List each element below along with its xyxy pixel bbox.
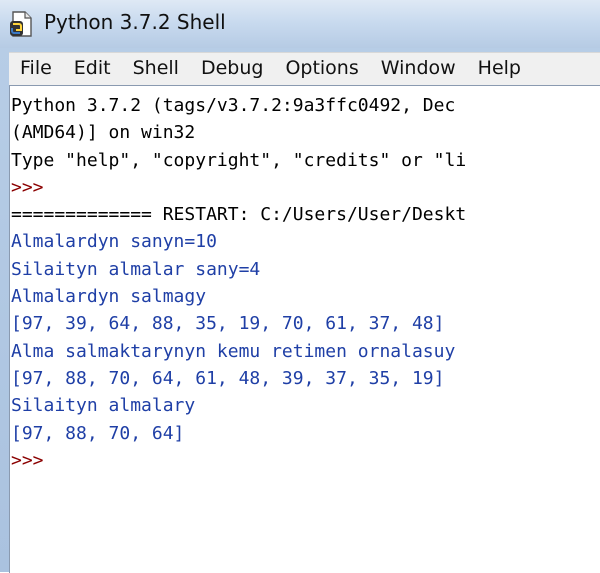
menu-bar: File Edit Shell Debug Options Window Hel… bbox=[9, 52, 600, 85]
shell-line-output: Silaityn almalary bbox=[11, 395, 196, 417]
shell-line-output: Almalardyn sanyn=10 bbox=[11, 231, 217, 253]
python-shell-icon bbox=[10, 11, 32, 37]
shell-prompt: >>> bbox=[11, 176, 55, 198]
shell-line-restart: ============= RESTART: C:/Users/User/Des… bbox=[11, 204, 467, 226]
shell-output[interactable]: Python 3.7.2 (tags/v3.7.2:9a3ffc0492, De… bbox=[11, 92, 600, 572]
menu-options[interactable]: Options bbox=[274, 53, 369, 85]
menu-edit[interactable]: Edit bbox=[63, 53, 122, 85]
shell-line-output: [97, 88, 70, 64, 61, 48, 39, 37, 35, 19] bbox=[11, 367, 445, 389]
menu-help[interactable]: Help bbox=[467, 53, 532, 85]
shell-line-output: Silaityn almalar sany=4 bbox=[11, 258, 261, 280]
shell-prompt: >>> bbox=[11, 449, 55, 471]
menu-debug[interactable]: Debug bbox=[190, 53, 274, 85]
shell-line-output: [97, 39, 64, 88, 35, 19, 70, 61, 37, 48] bbox=[11, 313, 445, 335]
title-bar[interactable]: Python 3.7.2 Shell bbox=[0, 0, 600, 48]
menu-shell[interactable]: Shell bbox=[122, 53, 190, 85]
shell-line-banner: (AMD64)] on win32 bbox=[11, 122, 196, 144]
shell-line-output: Alma salmaktarynyn kemu retimen ornalasu… bbox=[11, 340, 456, 362]
shell-line-banner: Python 3.7.2 (tags/v3.7.2:9a3ffc0492, De… bbox=[11, 95, 467, 116]
shell-line-output: Almalardyn salmagy bbox=[11, 286, 207, 308]
shell-line-output: [97, 88, 70, 64] bbox=[11, 422, 185, 444]
shell-window: Python 3.7.2 Shell File Edit Shell Debug… bbox=[0, 0, 600, 573]
shell-line-banner: Type "help", "copyright", "credits" or "… bbox=[11, 149, 467, 171]
menu-window[interactable]: Window bbox=[370, 53, 467, 85]
menu-file[interactable]: File bbox=[9, 53, 63, 85]
window-title: Python 3.7.2 Shell bbox=[44, 10, 226, 34]
